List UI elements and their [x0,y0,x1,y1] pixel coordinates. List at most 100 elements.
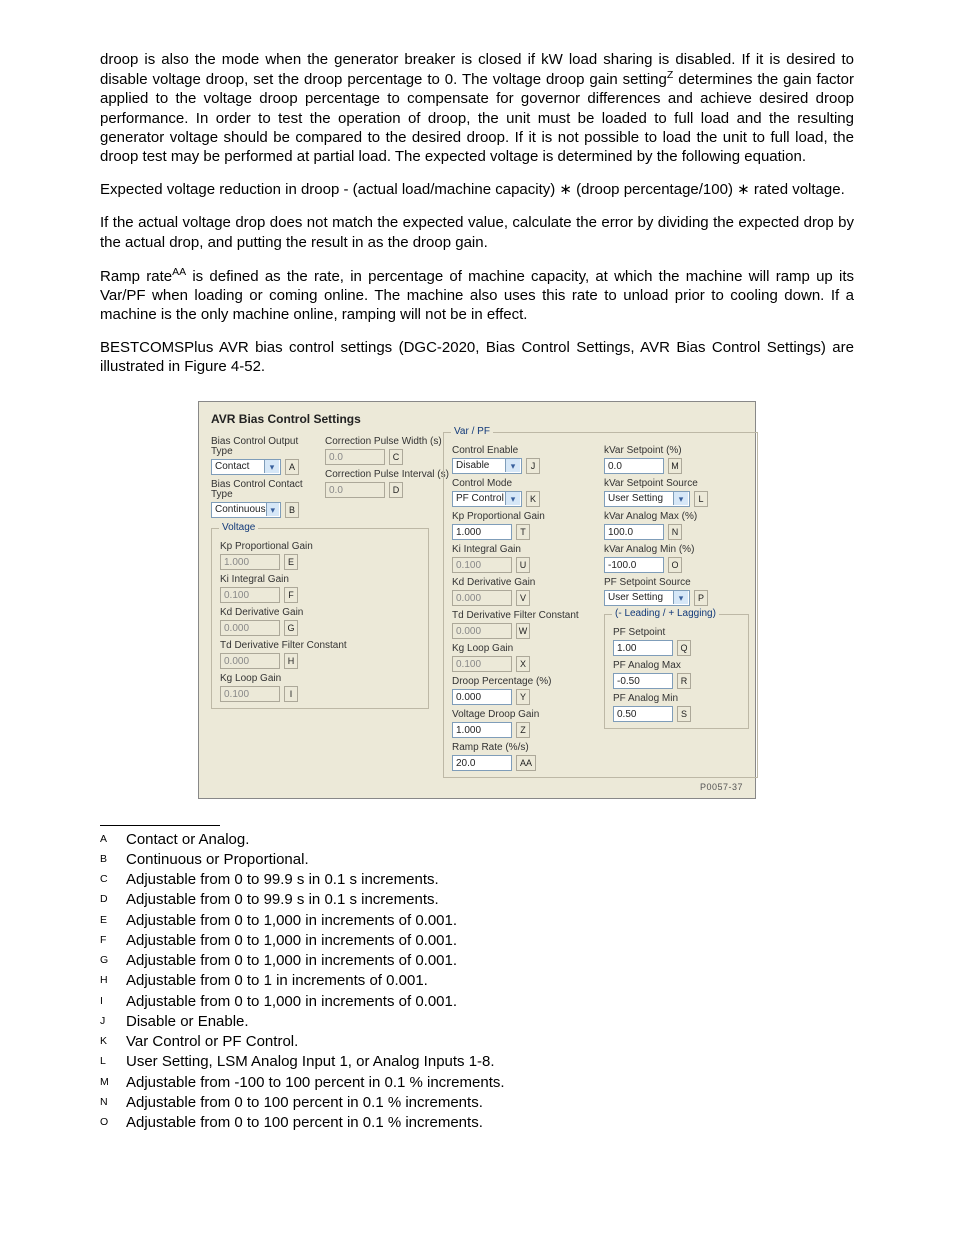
tag-b: B [285,502,299,518]
tag-y: Y [516,689,530,705]
vp-kp-input[interactable]: 1.000 [452,524,512,540]
kvar-src-dropdown[interactable]: User Setting [604,491,690,507]
vp-td-label: Td Derivative Filter Constant [452,611,592,621]
dialog-col-2: Control Enable DisableJ Control Mode PF … [452,441,592,771]
footnote-key: M [100,1073,126,1093]
corr-pulse-interval-label: Correction Pulse Interval (s) [325,470,429,480]
kvar-min-input[interactable]: -100.0 [604,557,664,573]
footnote-key: N [100,1093,126,1113]
vdroop-gain-input[interactable]: 1.000 [452,722,512,738]
kvar-max-label: kVar Analog Max (%) [604,512,749,522]
kvar-min-label: kVar Analog Min (%) [604,545,749,555]
tag-l: L [694,491,708,507]
tag-g: G [284,620,298,636]
pf-max-input[interactable]: -0.50 [613,673,673,689]
footnote-value: Disable or Enable. [126,1012,854,1032]
v-kp-input[interactable]: 1.000 [220,554,280,570]
tag-x: X [516,656,530,672]
tag-i: I [284,686,298,702]
v-kp-label: Kp Proportional Gain [220,542,420,552]
tag-o: O [668,557,682,573]
v-td-input[interactable]: 0.000 [220,653,280,669]
tag-m: M [668,458,682,474]
control-mode-dropdown[interactable]: PF Control [452,491,522,507]
tag-n: N [668,524,682,540]
kvar-max-input[interactable]: 100.0 [604,524,664,540]
tag-v: V [516,590,530,606]
varpf-group: Var / PF Control Enable DisableJ Control… [443,432,758,778]
footnote-value: Adjustable from 0 to 1,000 in increments… [126,951,854,971]
footnote-key: A [100,830,126,850]
v-kd-input[interactable]: 0.000 [220,620,280,636]
v-kg-input[interactable]: 0.100 [220,686,280,702]
chevron-down-icon [673,492,688,505]
corr-pulse-width-label: Correction Pulse Width (s) [325,437,429,447]
tag-r: R [677,673,691,689]
tag-aa: AA [516,755,536,771]
vp-kp-label: Kp Proportional Gain [452,512,592,522]
dialog-col-1: Bias Control Output Type Contact A Bias … [211,432,429,778]
vdroop-gain-label: Voltage Droop Gain [452,710,592,720]
footnote-value: Adjustable from 0 to 1,000 in increments… [126,911,854,931]
vp-kg-label: Kg Loop Gain [452,644,592,654]
footnote-value: Adjustable from 0 to 99.9 s in 0.1 s inc… [126,870,854,890]
vp-td-input[interactable]: 0.000 [452,623,512,639]
footnote-key: G [100,951,126,971]
chevron-down-icon [673,591,688,604]
bias-output-type-dropdown[interactable]: Contact [211,459,281,475]
vp-kg-input[interactable]: 0.100 [452,656,512,672]
bias-contact-type-label: Bias Control Contact Type [211,480,315,500]
chevron-down-icon [264,460,279,473]
control-enable-value: Disable [456,459,489,473]
dialog-col-3: kVar Setpoint (%) 0.0M kVar Setpoint Sou… [604,441,749,771]
footnote-key: J [100,1012,126,1032]
para-4-sup: AA [172,266,186,278]
tag-j: J [526,458,540,474]
figure-4-52: AVR Bias Control Settings Bias Control O… [100,401,854,799]
footnote-value: Continuous or Proportional. [126,850,854,870]
footnote-key: F [100,931,126,951]
leadlag-legend: (- Leading / + Lagging) [612,608,719,619]
pf-src-dropdown[interactable]: User Setting [604,590,690,606]
kvar-set-input[interactable]: 0.0 [604,458,664,474]
tag-t: T [516,524,530,540]
pf-min-input[interactable]: 0.50 [613,706,673,722]
ramp-rate-label: Ramp Rate (%/s) [452,743,592,753]
footnote-separator [100,825,220,826]
v-td-label: Td Derivative Filter Constant [220,641,420,651]
pf-set-input[interactable]: 1.00 [613,640,673,656]
pf-max-label: PF Analog Max [613,661,740,671]
footnote-value: Adjustable from 0 to 99.9 s in 0.1 s inc… [126,890,854,910]
varpf-legend: Var / PF [451,426,493,437]
bias-contact-type-value: Continuous [215,503,266,517]
tag-u: U [516,557,530,573]
v-kd-label: Kd Derivative Gain [220,608,420,618]
corr-pulse-interval-input[interactable]: 0.0 [325,482,385,498]
kvar-src-label: kVar Setpoint Source [604,479,749,489]
chevron-down-icon [505,492,520,505]
para-3: If the actual voltage drop does not matc… [100,213,854,251]
footnote-value: Var Control or PF Control. [126,1032,854,1052]
corr-pulse-width-input[interactable]: 0.0 [325,449,385,465]
tag-p: P [694,590,708,606]
dialog-footer-id: P0057-37 [211,782,743,792]
control-enable-dropdown[interactable]: Disable [452,458,522,474]
footnote-key: L [100,1052,126,1072]
ramp-rate-input[interactable]: 20.0 [452,755,512,771]
bias-contact-type-dropdown[interactable]: Continuous [211,502,281,518]
v-ki-label: Ki Integral Gain [220,575,420,585]
v-ki-input[interactable]: 0.100 [220,587,280,603]
bias-output-type-label: Bias Control Output Type [211,437,315,457]
vp-ki-input[interactable]: 0.100 [452,557,512,573]
footnote-value: Adjustable from 0 to 100 percent in 0.1 … [126,1113,854,1133]
footnote-key: I [100,992,126,1012]
chevron-down-icon [505,459,520,472]
vp-kd-label: Kd Derivative Gain [452,578,592,588]
droop-pct-input[interactable]: 0.000 [452,689,512,705]
footnote-key: D [100,890,126,910]
vp-kd-input[interactable]: 0.000 [452,590,512,606]
footnote-value: User Setting, LSM Analog Input 1, or Ana… [126,1052,854,1072]
para-4-b: is defined as the rate, in percentage of… [100,268,854,323]
dialog-title: AVR Bias Control Settings [211,412,743,426]
footnote-key: E [100,911,126,931]
